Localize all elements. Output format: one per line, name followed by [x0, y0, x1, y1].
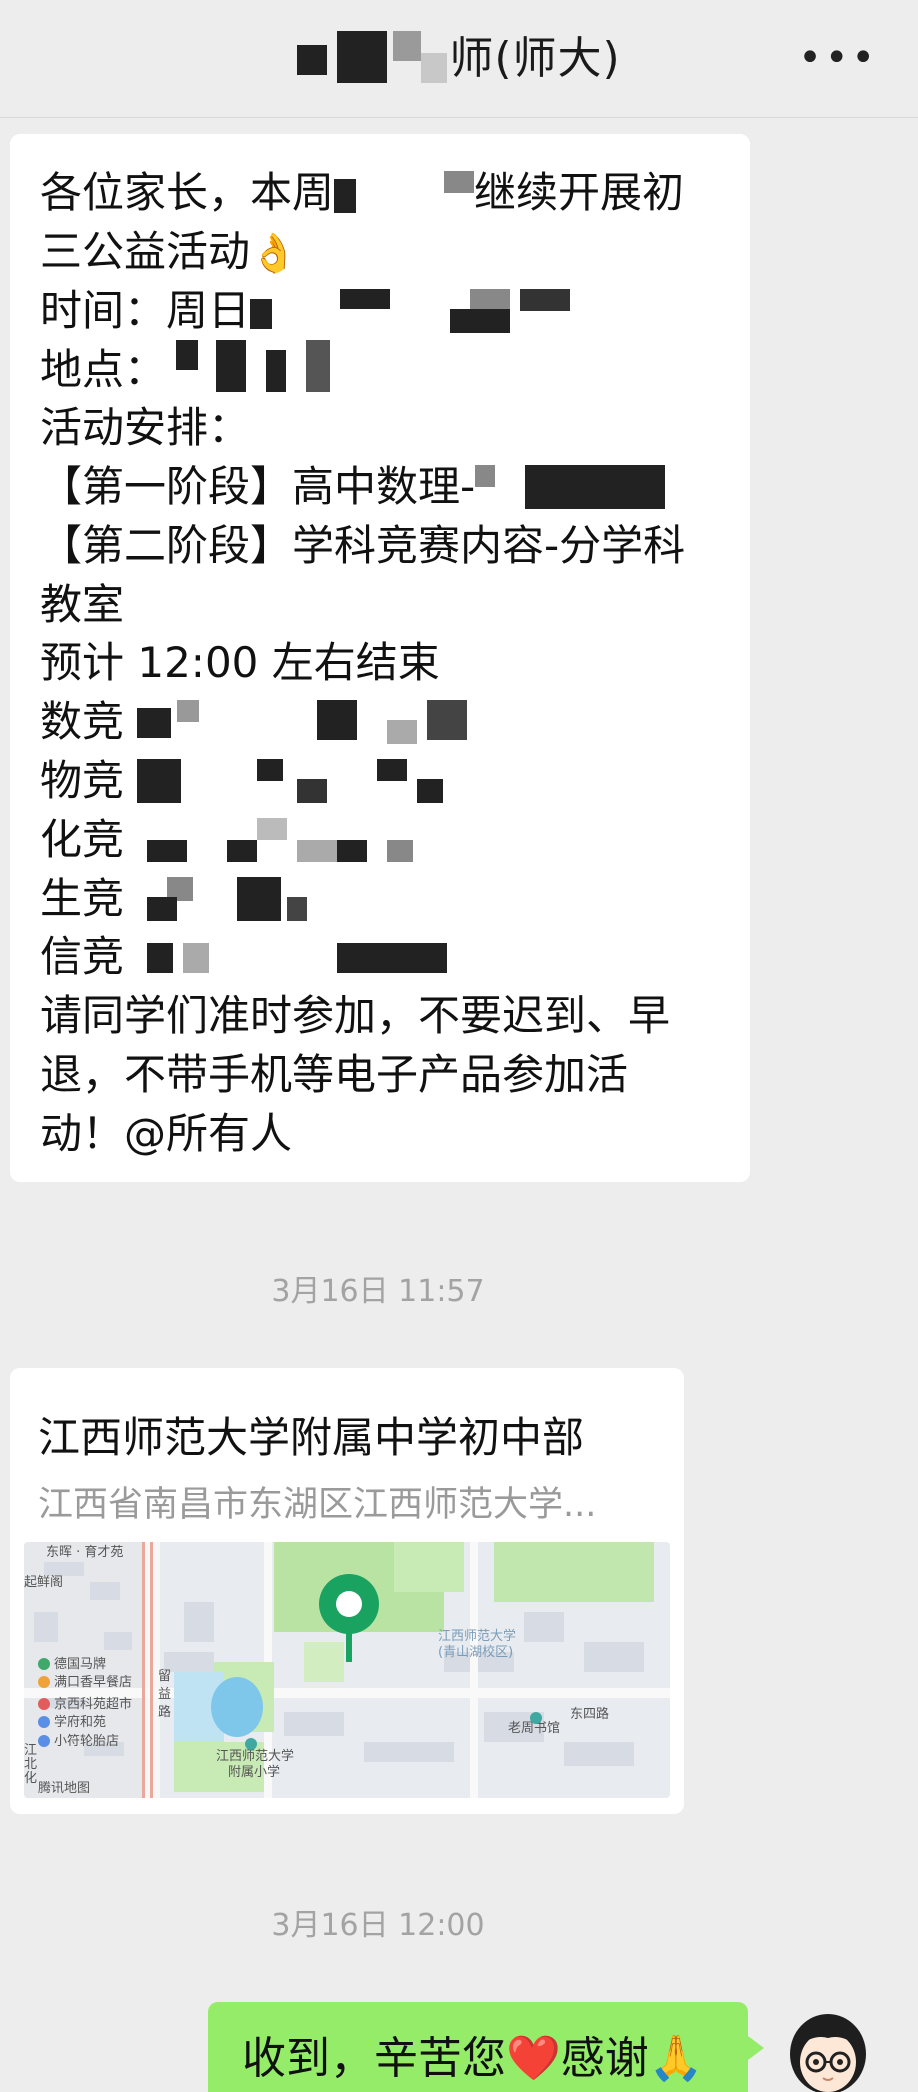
map-label: 小符轮胎店: [54, 1733, 119, 1749]
map-label: 江: [24, 1743, 37, 1758]
map-label: 附属小学: [228, 1764, 280, 1780]
map-label: 京西科苑超市: [54, 1696, 132, 1712]
text-segment: 收到，辛苦您: [242, 2033, 506, 2084]
map-label: 江西师范大学: [438, 1628, 516, 1644]
map-label: 江西师范大学: [216, 1748, 294, 1764]
message-bubble-outgoing[interactable]: 收到，辛苦您❤️感谢🙏: [208, 2002, 764, 2092]
map-label: 路: [158, 1704, 171, 1720]
text-line: 【第一阶段】高中数理-: [40, 461, 476, 511]
text-line: 地点：: [40, 345, 167, 395]
more-dots-icon[interactable]: •••: [798, 38, 878, 78]
map-label: 东四路: [570, 1706, 609, 1722]
text-line: 信竞: [40, 932, 125, 982]
ok-hand-emoji-icon: 👌: [250, 230, 298, 275]
chat-header: 师(师大) •••: [0, 0, 918, 118]
map-label: (青山湖校区): [438, 1644, 513, 1660]
text-line: 动！@所有人: [40, 1108, 293, 1158]
redacted-mosaic: [297, 31, 448, 83]
text-line: 教室: [40, 579, 125, 629]
map-label: 北: [24, 1757, 37, 1772]
text-line: 生竞: [40, 873, 125, 923]
avatar[interactable]: [778, 2002, 878, 2092]
redacted-mosaic: [137, 935, 488, 980]
location-card[interactable]: 江西师范大学附属中学初中部 江西省南昌市东湖区江西师范大学... 东晖 · 育才…: [10, 1368, 684, 1814]
map-preview[interactable]: 东晖 · 育才苑 起鲜阁 德国马牌 满口香早餐店 京西科苑超市 学府和苑 小符轮…: [24, 1542, 670, 1798]
text-line: 继续开展初: [474, 168, 685, 217]
location-name: 江西师范大学附属中学初中部: [38, 1413, 585, 1462]
map-label: 德国马牌: [54, 1656, 106, 1672]
redacted-mosaic: [166, 340, 337, 393]
map-label: 学府和苑: [54, 1714, 106, 1730]
map-label: 化: [24, 1771, 37, 1786]
map-label: 起鲜阁: [24, 1575, 63, 1590]
text-line: 时间：周日: [40, 285, 251, 335]
redacted-mosaic: [137, 700, 468, 745]
text-line: 各位家长，本周: [40, 168, 335, 217]
message-text: 收到，辛苦您❤️感谢🙏: [242, 2022, 704, 2086]
text-line: 活动安排：: [40, 403, 251, 453]
redacted-mosaic: [137, 876, 438, 921]
redacted-mosaic: [334, 171, 475, 215]
redacted-mosaic: [137, 758, 458, 803]
text-segment: 感谢: [560, 2033, 649, 2084]
text-line: 预计 12:00 左右结束: [40, 638, 440, 688]
praying-hands-emoji-icon: 🙏: [648, 2033, 704, 2084]
text-line: 请同学们准时参加，不要迟到、早: [40, 991, 671, 1041]
heart-emoji-icon: ❤️: [506, 2033, 561, 2084]
redacted-mosaic: [250, 288, 581, 333]
message-bubble-announcement[interactable]: 各位家长，本周 继续开展初 三公益活动👌 时间：周日 地点： 活动安排： 【第一阶…: [10, 134, 750, 1182]
location-address: 江西省南昌市东湖区江西师范大学...: [38, 1485, 597, 1525]
chat-title: 师(师大): [0, 22, 918, 86]
text-line: 化竞: [40, 814, 125, 864]
chat-title-text: 师(师大): [449, 33, 621, 84]
text-line: 退，不带手机等电子产品参加活: [40, 1049, 629, 1099]
map-label: 东晖 · 育才苑: [46, 1544, 123, 1560]
text-line: 三公益活动: [40, 226, 251, 276]
map-label: 满口香早餐店: [54, 1674, 132, 1690]
map-label: 腾讯地图: [38, 1780, 90, 1796]
map-label: 益: [158, 1687, 171, 1702]
map-label: 留: [158, 1669, 171, 1684]
redacted-mosaic: [475, 464, 696, 509]
text-line: 物竞: [40, 755, 125, 805]
message-text: 各位家长，本周 继续开展初 三公益活动👌 时间：周日 地点： 活动安排： 【第一阶…: [40, 164, 740, 1164]
timestamp: 3月16日 11:57: [271, 1274, 485, 1309]
text-line: 【第二阶段】学科竞赛内容-分学科: [40, 520, 686, 570]
redacted-mosaic: [137, 817, 458, 862]
text-line: 数竞: [40, 697, 125, 747]
timestamp: 3月16日 12:00: [271, 1908, 485, 1943]
